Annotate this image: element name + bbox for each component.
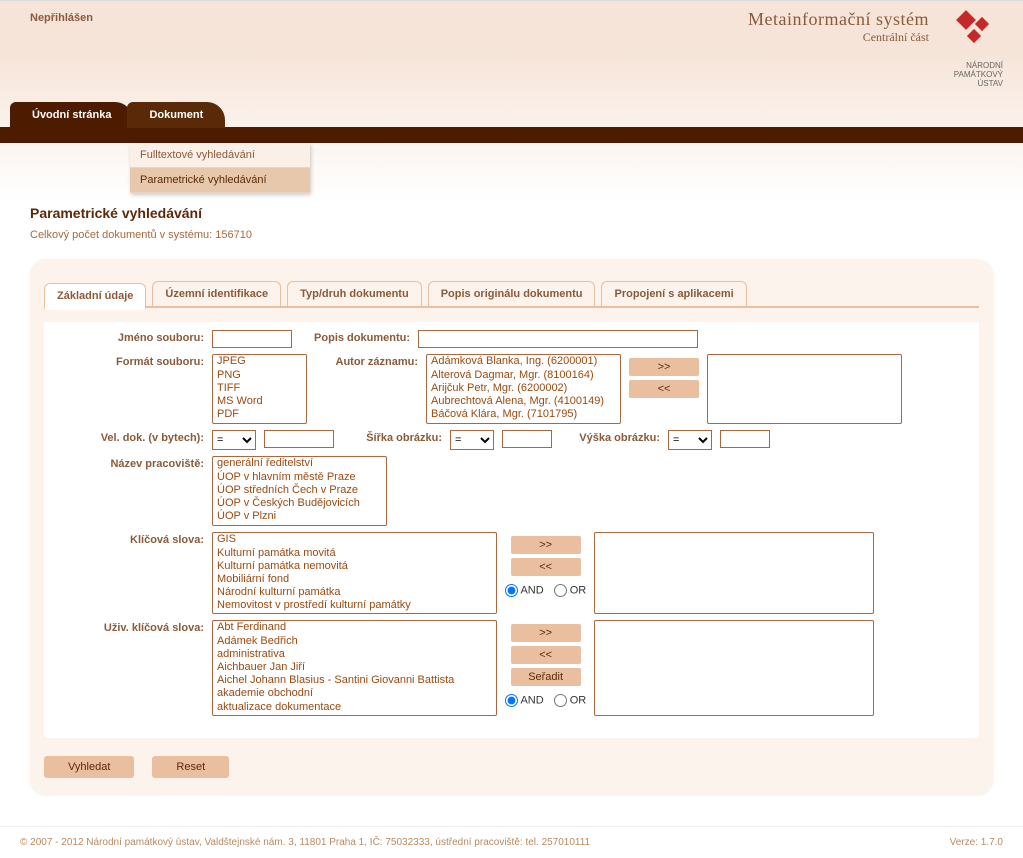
label-format: Formát souboru: xyxy=(54,354,204,368)
label-size: Vel. dok. (v bytech): xyxy=(54,430,204,444)
author-add-button[interactable]: >> xyxy=(629,358,699,376)
keywords-select[interactable]: GISKulturní památka movitáKulturní památ… xyxy=(212,532,497,614)
footer-version: Verze: 1.7.0 xyxy=(950,837,1003,848)
label-height: Výška obrázku: xyxy=(560,430,660,444)
filename-input[interactable] xyxy=(212,330,292,348)
keywords-selected[interactable] xyxy=(594,532,874,614)
author-remove-button[interactable]: << xyxy=(629,380,699,398)
tab-territory[interactable]: Územní identifikace xyxy=(152,281,281,306)
author-selected[interactable] xyxy=(707,354,902,424)
format-select[interactable]: JPEGPNGTIFFMS WordPDF xyxy=(212,354,307,424)
search-button[interactable]: Vyhledat xyxy=(44,756,134,778)
footer-copyright: © 2007 - 2012 Národní památkový ústav, V… xyxy=(20,837,590,848)
ukw-and-radio[interactable] xyxy=(505,694,518,707)
width-op-select[interactable]: =<> xyxy=(450,430,494,450)
nav-document[interactable]: Dokument xyxy=(127,102,225,128)
size-input[interactable] xyxy=(264,430,334,448)
login-status: Nepřihlášen xyxy=(30,9,93,24)
nav-strip xyxy=(0,127,1023,143)
kw-and-radio[interactable] xyxy=(505,584,518,597)
search-panel: Základní údaje Územní identifikace Typ/d… xyxy=(30,259,993,794)
author-select[interactable]: Adámková Blanka, Ing. (6200001)Alterová … xyxy=(426,354,621,424)
brand-subtitle: Centrální část xyxy=(748,30,929,45)
brand-block: Metainformační systém Centrální část NÁR… xyxy=(748,9,1003,88)
tabs: Základní údaje Územní identifikace Typ/d… xyxy=(44,281,979,308)
page-title: Parametrické vyhledávání xyxy=(30,205,993,221)
ukw-remove-button[interactable]: << xyxy=(511,646,581,664)
sub-nav: Fulltextové vyhledávání Parametrické vyh… xyxy=(130,143,310,193)
form-area: Jméno souboru: Popis dokumentu: Formát s… xyxy=(44,322,979,738)
label-author: Autor záznamu: xyxy=(315,354,418,368)
subnav-parametric[interactable]: Parametrické vyhledávání xyxy=(130,168,310,193)
user-keywords-selected[interactable] xyxy=(594,620,874,716)
label-keywords: Klíčová slova: xyxy=(54,532,204,546)
kw-logic: AND OR xyxy=(505,584,586,597)
tab-desc[interactable]: Popis originálu dokumentu xyxy=(428,281,596,306)
kw-or-radio[interactable] xyxy=(554,584,567,597)
label-docdesc: Popis dokumentu: xyxy=(300,330,410,344)
logo-label: NÁRODNÍPAMÁTKOVÝÚSTAV xyxy=(939,62,1003,88)
height-op-select[interactable]: =<> xyxy=(668,430,712,450)
ukw-add-button[interactable]: >> xyxy=(511,624,581,642)
ukw-logic: AND OR xyxy=(505,694,586,707)
workplace-select[interactable]: generální ředitelstvíÚOP v hlavním městě… xyxy=(212,456,387,526)
width-input[interactable] xyxy=(502,430,552,448)
reset-button[interactable]: Reset xyxy=(152,756,229,778)
ukw-or-radio[interactable] xyxy=(554,694,567,707)
docdesc-input[interactable] xyxy=(418,330,698,348)
tab-basic[interactable]: Základní údaje xyxy=(44,283,146,310)
ukw-sort-button[interactable]: Seřadit xyxy=(511,668,581,686)
label-workplace: Název pracoviště: xyxy=(54,456,204,470)
total-count: Celkový počet dokumentů v systému: 15671… xyxy=(30,229,993,241)
kw-add-button[interactable]: >> xyxy=(511,536,581,554)
tab-type[interactable]: Typ/druh dokumentu xyxy=(287,281,422,306)
top-nav: Úvodní stránka Dokument xyxy=(0,102,1023,128)
footer: © 2007 - 2012 Národní památkový ústav, V… xyxy=(0,826,1023,858)
brand-title: Metainformační systém xyxy=(748,9,929,30)
label-user-keywords: Uživ. klíčová slova: xyxy=(54,620,204,634)
label-width: Šířka obrázku: xyxy=(342,430,442,444)
tab-links[interactable]: Propojení s aplikacemi xyxy=(601,281,746,306)
logo: NÁRODNÍPAMÁTKOVÝÚSTAV xyxy=(939,9,1003,88)
size-op-select[interactable]: =<> xyxy=(212,430,256,450)
label-filename: Jméno souboru: xyxy=(54,330,204,344)
height-input[interactable] xyxy=(720,430,770,448)
kw-remove-button[interactable]: << xyxy=(511,558,581,576)
user-keywords-select[interactable]: Abt FerdinandAdámek Bedřichadministrativ… xyxy=(212,620,497,716)
subnav-fulltext[interactable]: Fulltextové vyhledávání xyxy=(130,143,310,168)
nav-home[interactable]: Úvodní stránka xyxy=(10,102,133,128)
header: Nepřihlášen Metainformační systém Centrá… xyxy=(0,1,1023,88)
